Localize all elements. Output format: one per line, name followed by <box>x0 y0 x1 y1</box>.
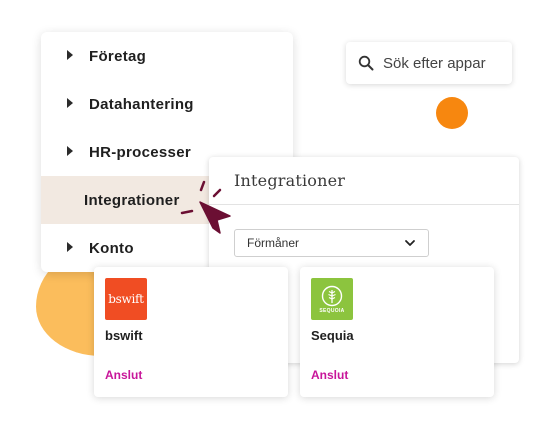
bswift-logo: bswift <box>105 278 147 320</box>
cursor-click-icon <box>180 180 231 234</box>
tree-icon <box>321 285 343 306</box>
caret-right-icon <box>67 146 73 156</box>
category-filter-value: Förmåner <box>247 236 300 250</box>
category-filter-select[interactable]: Förmåner <box>234 229 429 257</box>
connect-sequia-link[interactable]: Anslut <box>311 368 348 382</box>
sequoia-logo: SEQUOIA <box>311 278 353 320</box>
caret-right-icon <box>67 98 73 108</box>
caret-right-icon <box>67 50 73 60</box>
nav-item-label: Integrationer <box>84 191 180 209</box>
bswift-logo-text: bswift <box>108 292 144 306</box>
search-icon <box>358 55 374 71</box>
integration-card-sequia: SEQUOIA Sequia Anslut <box>300 267 494 397</box>
divider <box>209 204 519 205</box>
caret-right-icon <box>67 242 73 252</box>
app-search-box[interactable] <box>346 42 512 84</box>
integration-name: Sequia <box>311 328 354 343</box>
integration-card-bswift: bswift bswift Anslut <box>94 267 288 397</box>
integrations-panel-title: Integrationer <box>234 171 346 190</box>
sequoia-logo-text: SEQUOIA <box>319 307 345 314</box>
nav-item-label: HR-processer <box>89 143 191 161</box>
nav-item-datahantering[interactable]: Datahantering <box>41 80 293 128</box>
connect-bswift-link[interactable]: Anslut <box>105 368 142 382</box>
search-input[interactable] <box>383 54 511 72</box>
nav-item-label: Datahantering <box>89 95 194 113</box>
nav-item-label: Företag <box>89 47 147 65</box>
decorative-orange-dot <box>436 97 468 129</box>
integration-name: bswift <box>105 328 143 343</box>
chevron-down-icon <box>405 240 415 246</box>
nav-item-foretag[interactable]: Företag <box>41 32 293 80</box>
nav-item-label: Konto <box>89 239 134 257</box>
